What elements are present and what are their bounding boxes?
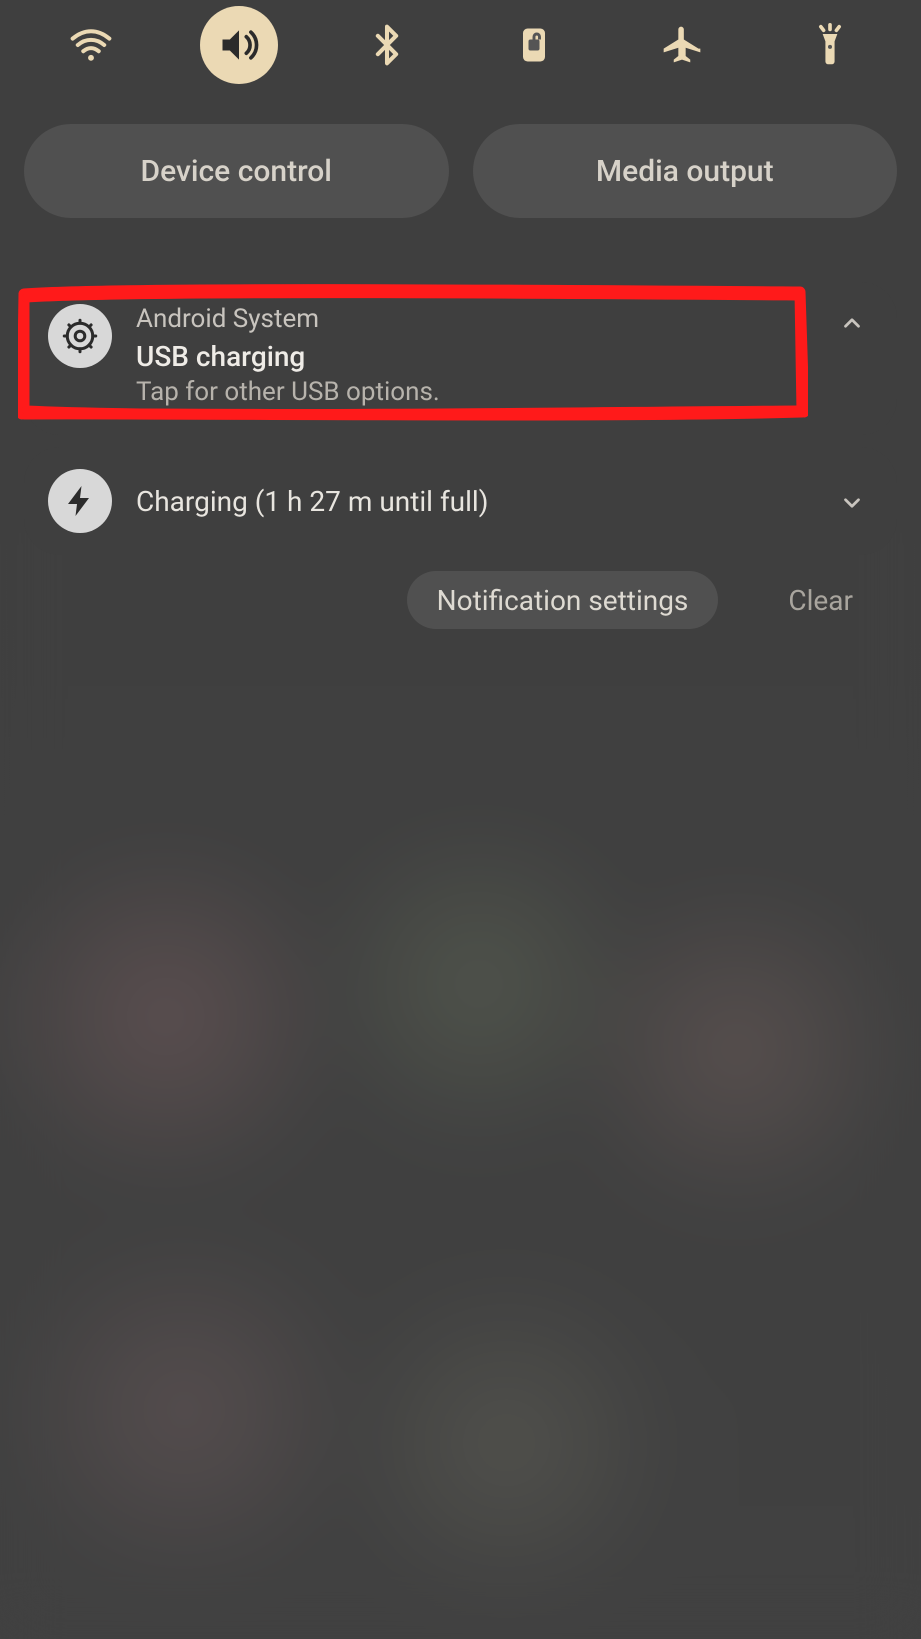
bluetooth-toggle[interactable]	[348, 6, 426, 84]
media-output-label: Media output	[596, 154, 774, 189]
notification-settings-label: Notification settings	[437, 584, 689, 617]
wifi-icon	[69, 23, 113, 67]
airplane-icon	[660, 23, 704, 67]
airplane-mode-toggle[interactable]	[643, 6, 721, 84]
speaker-icon	[217, 23, 261, 67]
wifi-toggle[interactable]	[52, 6, 130, 84]
clear-button[interactable]: Clear	[758, 571, 883, 629]
expand-button[interactable]	[837, 488, 867, 518]
device-control-label: Device control	[141, 154, 332, 189]
notification-charging[interactable]: Charging (1 h 27 m until full)	[24, 447, 897, 555]
notification-title: USB charging	[136, 340, 813, 373]
collapse-button[interactable]	[837, 308, 867, 338]
flashlight-toggle[interactable]	[791, 6, 869, 84]
device-control-button[interactable]: Device control	[24, 124, 449, 218]
bluetooth-icon	[365, 23, 409, 67]
notification-usb-charging[interactable]: Android System USB charging Tap for othe…	[24, 282, 897, 435]
notification-app-label: Android System	[136, 304, 813, 334]
media-output-button[interactable]: Media output	[473, 124, 898, 218]
rotation-lock-toggle[interactable]	[495, 6, 573, 84]
clear-label: Clear	[788, 584, 853, 617]
sound-toggle[interactable]	[200, 6, 278, 84]
chevron-down-icon	[839, 490, 865, 516]
bolt-icon	[62, 483, 98, 519]
notification-title: Charging (1 h 27 m until full)	[136, 485, 813, 518]
notification-actions: Notification settings Clear	[24, 571, 897, 629]
notification-subtitle: Tap for other USB options.	[136, 377, 813, 407]
charging-icon-wrap	[48, 469, 112, 533]
android-system-icon	[48, 304, 112, 368]
gear-icon	[62, 318, 98, 354]
chevron-up-icon	[839, 310, 865, 336]
notification-settings-button[interactable]: Notification settings	[407, 571, 719, 629]
quick-settings-row	[24, 0, 897, 86]
notification-list: Android System USB charging Tap for othe…	[24, 282, 897, 555]
rotation-lock-icon	[512, 23, 556, 67]
flashlight-icon	[808, 23, 852, 67]
pill-row: Device control Media output	[24, 124, 897, 218]
